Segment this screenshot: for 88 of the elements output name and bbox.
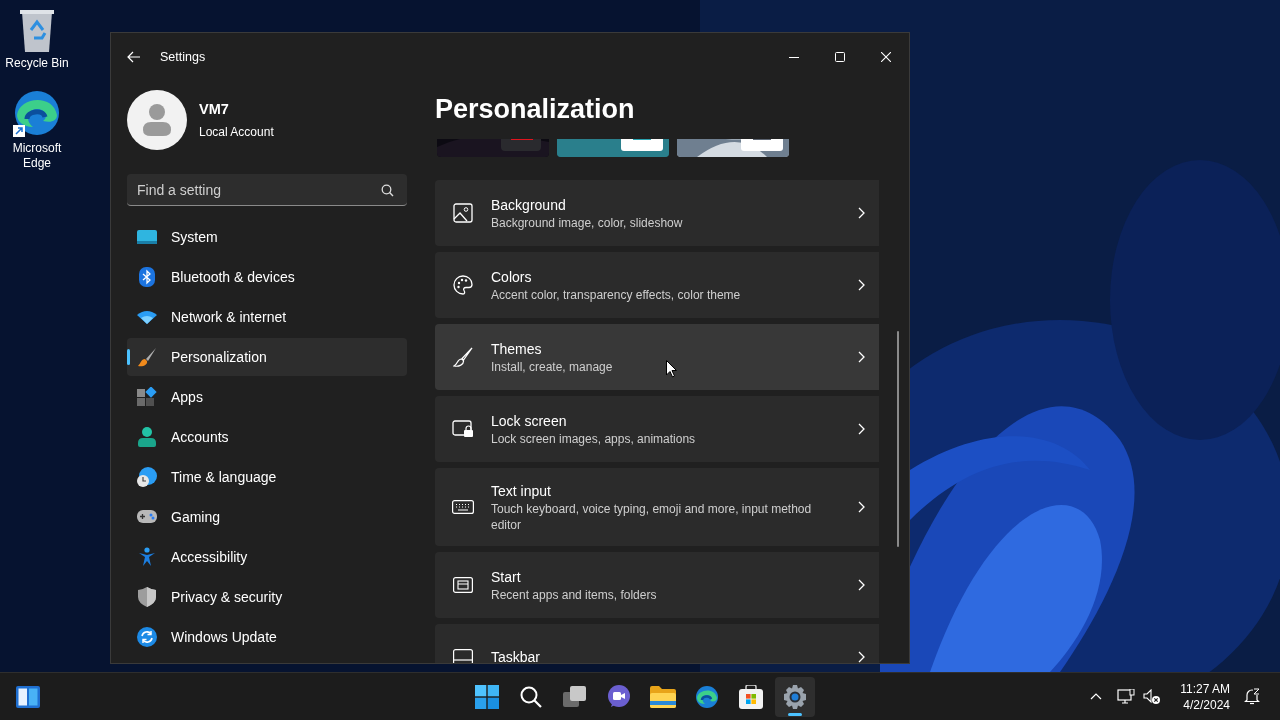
wifi-icon	[137, 310, 157, 324]
taskbar-icon	[453, 649, 473, 663]
gear-icon	[783, 684, 807, 709]
bluetooth-icon	[139, 267, 155, 287]
nav-item[interactable]: Time & language	[127, 458, 407, 496]
keyboard-icon	[452, 500, 474, 514]
taskbar-app-button[interactable]	[775, 676, 815, 717]
card-description: Lock screen images, apps, animations	[491, 430, 696, 447]
desktop-icon-label: Recycle Bin	[4, 56, 70, 71]
card-description: Touch keyboard, voice typing, emoji and more, input method editor	[491, 500, 813, 533]
card-description: Background image, color, slideshow	[491, 214, 683, 231]
chevron-right-icon	[858, 351, 865, 363]
nav-item[interactable]: Network & internet	[127, 298, 407, 336]
scrollbar-thumb[interactable]	[897, 331, 899, 547]
close-icon	[881, 52, 891, 62]
nav-item[interactable]: Personalization	[127, 338, 407, 376]
task-view-icon	[563, 685, 587, 708]
video-chat-icon	[607, 684, 631, 709]
search-icon	[520, 685, 542, 708]
account-type: Local Account	[199, 123, 274, 141]
nav-item[interactable]: Bluetooth & devices	[127, 258, 407, 296]
nav-item[interactable]: Accessibility	[127, 538, 407, 576]
card-title: Themes	[491, 339, 542, 358]
shopping-bag-icon	[739, 684, 763, 709]
sync-arrows-icon	[137, 627, 157, 647]
settings-card[interactable]: Text input Touch keyboard, voice typing, emoji and more, input method editor	[435, 468, 879, 546]
shield-icon	[138, 587, 156, 607]
chevron-up-icon	[1090, 693, 1103, 700]
settings-card[interactable]: Background Background image, color, slideshow	[435, 180, 879, 246]
desktop-shortcut[interactable]: Recycle Bin	[0, 8, 74, 71]
settings-card[interactable]: Lock screen Lock screen images, apps, animations	[435, 396, 879, 462]
settings-card[interactable]: Taskbar	[435, 624, 879, 663]
monitor-icon	[137, 229, 157, 245]
nav-item[interactable]: Gaming	[127, 498, 407, 536]
apps-icon	[137, 387, 157, 407]
user-name: VM7	[199, 100, 230, 120]
card-title: Background	[491, 195, 566, 214]
desktop-icon-label: Microsoft Edge	[11, 141, 63, 171]
search-icon	[381, 184, 394, 197]
card-title: Taskbar	[491, 648, 541, 663]
back-arrow-icon	[127, 51, 141, 63]
search-field[interactable]: Find a setting	[127, 174, 407, 206]
chevron-right-icon	[858, 423, 865, 435]
palette-icon	[453, 275, 473, 295]
chevron-right-icon	[858, 207, 865, 219]
chevron-right-icon	[858, 501, 865, 513]
card-description: Recent apps and items, folders	[491, 586, 657, 603]
speaker-muted-icon	[1143, 688, 1162, 705]
settings-card[interactable]: Themes Install, create, manage	[435, 324, 879, 390]
edge-icon	[695, 684, 719, 709]
settings-card[interactable]: Start Recent apps and items, folders	[435, 552, 879, 618]
page-title: Personalization	[435, 93, 636, 126]
maximize-icon	[835, 52, 845, 62]
desktop-shortcut[interactable]: Microsoft Edge	[0, 89, 74, 171]
widgets-icon	[16, 685, 40, 708]
card-title: Start	[491, 567, 521, 586]
windows-logo-icon	[475, 684, 499, 709]
settings-card[interactable]: Colors Accent color, transparency effects, color theme	[435, 252, 879, 318]
paintbrush-icon	[453, 347, 473, 367]
globe-clock-icon	[137, 467, 157, 487]
minimize-icon	[789, 56, 799, 58]
chevron-right-icon	[858, 279, 865, 291]
accessibility-figure-icon	[138, 547, 156, 567]
nav-item[interactable]: Privacy & security	[127, 578, 407, 616]
card-title: Text input	[491, 481, 551, 500]
chevron-right-icon	[858, 651, 865, 663]
bell-icon	[1244, 688, 1260, 705]
image-icon	[453, 203, 473, 223]
avatar-icon	[127, 90, 187, 150]
nav-item[interactable]: Windows Update	[127, 618, 407, 656]
card-description: Accent color, transparency effects, color theme	[491, 286, 741, 303]
nav-item[interactable]: System	[127, 218, 407, 256]
card-title: Lock screen	[491, 411, 567, 430]
card-description: Install, create, manage	[491, 358, 613, 375]
clock-button[interactable]: 11:27 AM 4/2/2024	[1174, 680, 1236, 713]
folder-icon	[650, 685, 676, 708]
person-icon	[138, 427, 156, 447]
start-menu-icon	[453, 577, 473, 593]
network-icon	[1117, 688, 1136, 705]
window-title: Settings	[160, 48, 206, 66]
edge-icon	[13, 89, 61, 137]
pointer-cursor-icon	[666, 360, 677, 378]
game-controller-icon	[137, 510, 157, 524]
nav-item[interactable]: Accounts	[127, 418, 407, 456]
card-title: Colors	[491, 267, 532, 286]
nav-item[interactable]: Apps	[127, 378, 407, 416]
chevron-right-icon	[858, 579, 865, 591]
screen-lock-icon	[452, 420, 474, 438]
